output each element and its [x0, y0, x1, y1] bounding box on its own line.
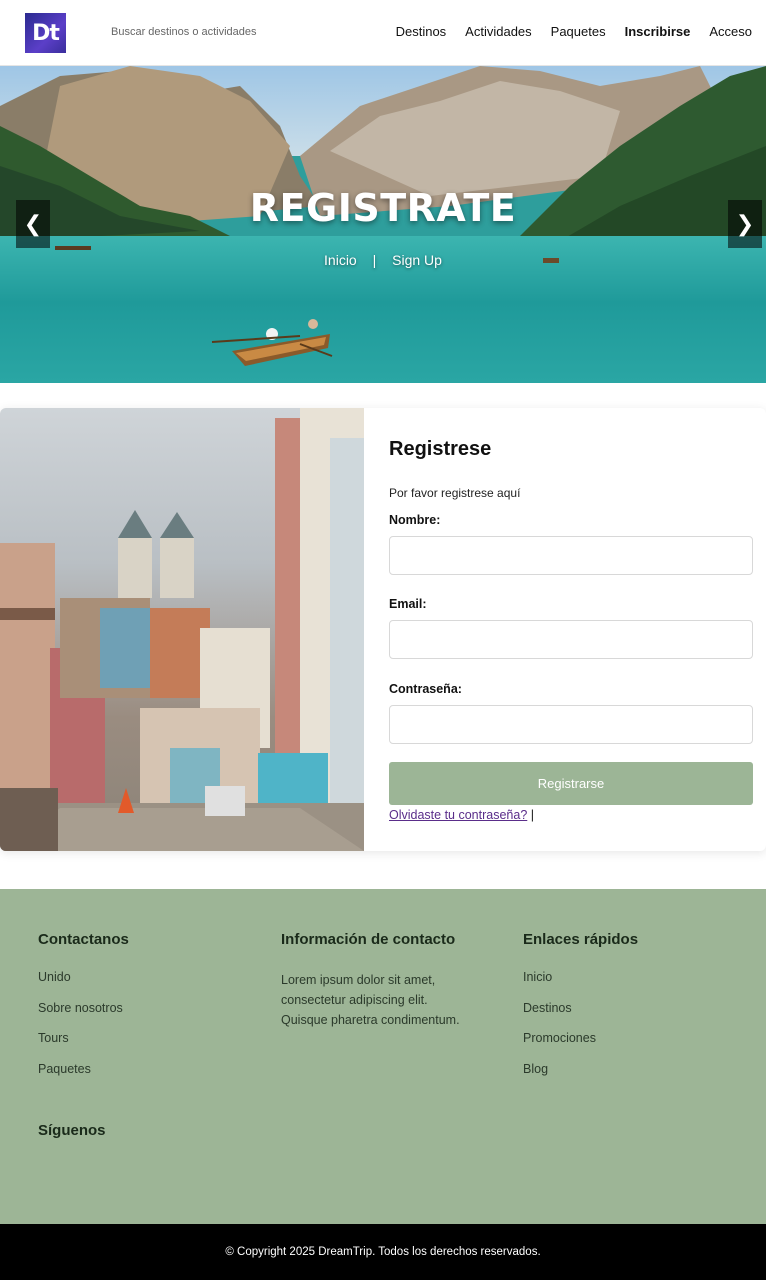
- copyright-text: © Copyright 2025 DreamTrip. Todos los de…: [225, 1246, 541, 1258]
- city-illustration: [0, 408, 364, 851]
- footer-link-sobre-nosotros[interactable]: Sobre nosotros: [38, 1001, 129, 1032]
- register-button[interactable]: Registrarse: [389, 762, 753, 805]
- nav-destinos[interactable]: Destinos: [396, 24, 447, 39]
- forgot-separator: |: [530, 808, 535, 822]
- footer-link-paquetes[interactable]: Paquetes: [38, 1062, 129, 1093]
- nav-acceso[interactable]: Acceso: [709, 24, 752, 39]
- site-header: Dt Destinos Actividades Paquetes Inscrib…: [0, 0, 766, 66]
- breadcrumb-separator: |: [372, 252, 377, 268]
- email-field[interactable]: [389, 620, 753, 659]
- nav-inscribirse[interactable]: Inscribirse: [625, 24, 691, 39]
- follow-us-title: Síguenos: [38, 1122, 106, 1139]
- dreamtrip-logo[interactable]: Dt: [25, 13, 66, 53]
- carousel-next-button[interactable]: ❯: [728, 200, 762, 248]
- footer-col2-title: Información de contacto: [281, 931, 456, 948]
- footer-link-blog[interactable]: Blog: [523, 1062, 638, 1093]
- carousel-prev-button[interactable]: ❮: [16, 200, 50, 248]
- footer-link-unido[interactable]: Unido: [38, 970, 129, 1001]
- breadcrumb-current: Sign Up: [392, 252, 442, 268]
- footer-contact-column: Contactanos Unido Sobre nosotros Tours P…: [38, 931, 129, 1092]
- nav-actividades[interactable]: Actividades: [465, 24, 531, 39]
- main-nav: Destinos Actividades Paquetes Inscribirs…: [396, 24, 752, 39]
- footer-info-text: Lorem ipsum dolor sit amet, consectetur …: [281, 973, 460, 1027]
- chevron-left-icon: ❮: [23, 211, 43, 236]
- search-input[interactable]: [111, 26, 311, 38]
- forgot-password-link[interactable]: Olvidaste tu contraseña?: [389, 808, 527, 822]
- footer-link-inicio[interactable]: Inicio: [523, 970, 638, 1001]
- footer-col1-title: Contactanos: [38, 931, 129, 948]
- form-subtitle: Por favor registrese aquí: [389, 486, 521, 500]
- footer-col3-title: Enlaces rápidos: [523, 931, 639, 948]
- footer-info-column: Información de contacto Lorem ipsum dolo…: [281, 931, 471, 1030]
- footer-link-tours[interactable]: Tours: [38, 1031, 129, 1062]
- forgot-password-row: Olvidaste tu contraseña? |: [389, 808, 534, 822]
- breadcrumb: Inicio | Sign Up: [0, 252, 766, 268]
- name-label: Nombre:: [389, 513, 441, 527]
- hero-banner: REGISTRATE Inicio | Sign Up ❮ ❯: [0, 66, 766, 383]
- signup-card: Registrese Por favor registrese aquí Nom…: [0, 408, 766, 851]
- password-label: Contraseña:: [389, 682, 462, 696]
- name-field[interactable]: [389, 536, 753, 575]
- email-label: Email:: [389, 597, 427, 611]
- copyright-bar: © Copyright 2025 DreamTrip. Todos los de…: [0, 1224, 766, 1280]
- footer-link-promociones[interactable]: Promociones: [523, 1031, 638, 1062]
- city-street-image: [0, 408, 364, 851]
- hero-title: REGISTRATE: [249, 186, 517, 230]
- site-footer: Contactanos Unido Sobre nosotros Tours P…: [0, 889, 766, 1224]
- footer-link-destinos[interactable]: Destinos: [523, 1001, 638, 1032]
- breadcrumb-home[interactable]: Inicio: [324, 252, 357, 268]
- password-field[interactable]: [389, 705, 753, 744]
- form-title: Registrese: [389, 438, 492, 460]
- chevron-right-icon: ❯: [735, 211, 755, 236]
- nav-paquetes[interactable]: Paquetes: [551, 24, 606, 39]
- footer-quicklinks-column: Enlaces rápidos Inicio Destinos Promocio…: [523, 931, 638, 1092]
